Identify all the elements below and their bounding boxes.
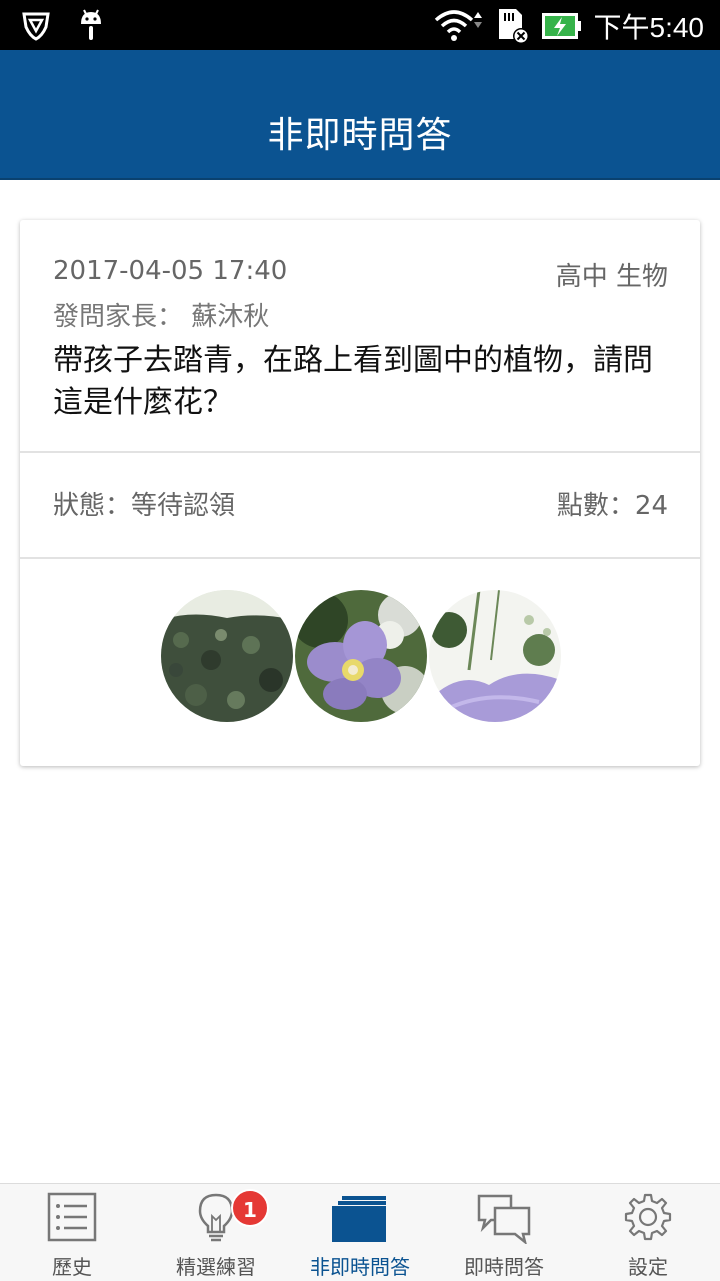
notification-badge: 1 [231, 1189, 269, 1227]
question-points: 點數：24 [556, 491, 668, 521]
app-bar: 非即時問答 [0, 50, 720, 180]
nav-live-qa-label: 即時問答 [464, 1255, 544, 1279]
chat-bubbles-icon [477, 1194, 531, 1244]
question-meta: 狀態：等待認領 點數：24 [20, 453, 700, 559]
question-header: 2017-04-05 17:40 高中 生物 發問家長： 蘇沐秋 帶孩子去踏青，… [20, 220, 700, 453]
status-time: 下午5:40 [593, 12, 705, 43]
question-card[interactable]: 2017-04-05 17:40 高中 生物 發問家長： 蘇沐秋 帶孩子去踏青，… [20, 220, 700, 766]
purple-flower-photo[interactable] [295, 590, 427, 722]
question-status: 狀態：等待認領 [53, 491, 236, 521]
battery-charging-icon [541, 13, 581, 39]
question-asker: 發問家長： 蘇沐秋 [53, 302, 270, 332]
nav-history-label: 歷史 [52, 1255, 92, 1279]
shield-icon [22, 12, 50, 41]
bottom-nav: 歷史 精選練習 非即時問答 即時問答 設定 [0, 1183, 720, 1281]
gear-icon [624, 1193, 672, 1241]
question-photos [20, 559, 700, 766]
question-text: 帶孩子去踏青，在路上看到圖中的植物，請問這是什麼花？ [53, 343, 653, 420]
hedge-photo[interactable] [161, 590, 293, 722]
wifi-icon [434, 10, 482, 41]
status-bar: 下午5:40 [0, 0, 720, 50]
sim-card-icon [498, 9, 529, 44]
question-date: 2017-04-05 17:40 [53, 256, 288, 286]
stack-icon [332, 1196, 386, 1242]
page-title: 非即時問答 [267, 115, 453, 156]
nav-settings-label: 設定 [628, 1255, 668, 1279]
nav-featured-practice-label: 精選練習 [176, 1255, 256, 1279]
nav-settings[interactable]: 設定 [576, 1184, 720, 1281]
nav-async-qa-label: 非即時問答 [310, 1255, 410, 1279]
nav-async-qa[interactable]: 非即時問答 [288, 1184, 432, 1281]
question-subject: 高中 生物 [555, 262, 668, 292]
nav-live-qa[interactable]: 即時問答 [432, 1184, 576, 1281]
android-icon [81, 9, 101, 40]
nav-history[interactable]: 歷史 [0, 1184, 144, 1281]
list-icon [47, 1192, 97, 1242]
purple-flower-closeup-photo[interactable] [429, 590, 561, 722]
